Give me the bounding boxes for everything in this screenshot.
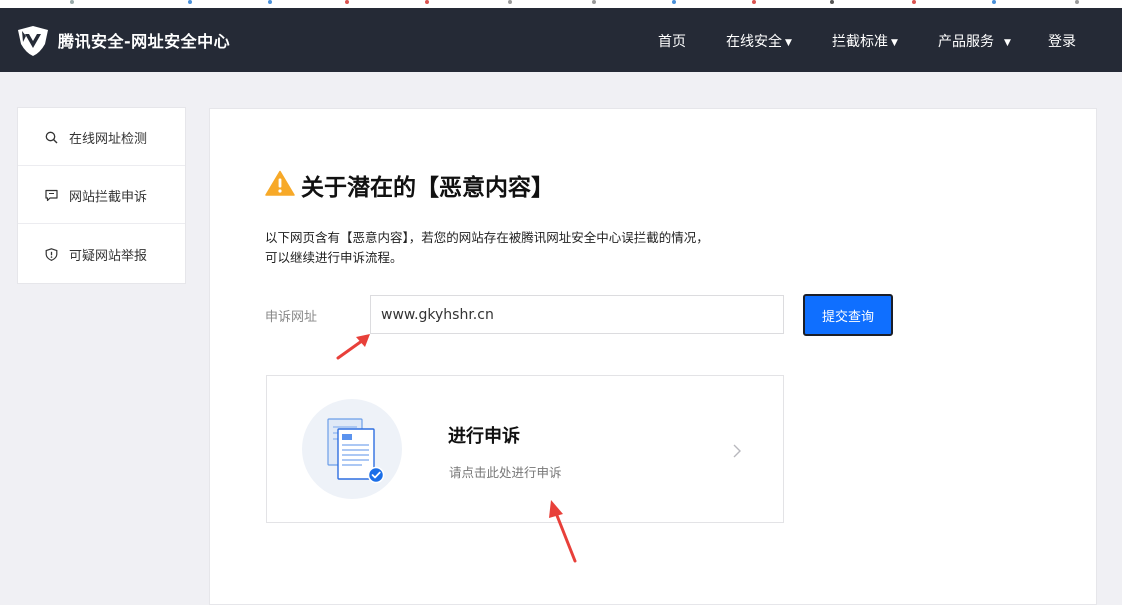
sidebar-item-report[interactable]: 可疑网站举报 (18, 225, 185, 283)
description: 以下网页含有【恶意内容】，若您的网站存在被腾讯网址安全中心误拦截的情况， 可以继… (265, 228, 825, 268)
nav-login-label: 登录 (1048, 34, 1076, 50)
description-line: 可以继续进行申诉流程。 (265, 250, 403, 265)
sidebar-item-url-check[interactable]: 在线网址检测 (18, 108, 185, 166)
sidebar-item-appeal[interactable]: 网站拦截申诉 (18, 166, 185, 224)
nav-block-standards[interactable]: 拦截标准 ▼ (832, 31, 898, 51)
sidebar-item-label: 在线网址检测 (69, 132, 148, 147)
tencent-security-logo-icon[interactable] (16, 24, 50, 58)
description-line: 以下网页含有【恶意内容】，若您的网站存在被腾讯网址安全中心误拦截的情况， (265, 230, 709, 245)
document-check-icon (302, 399, 402, 499)
nav-online-security[interactable]: 在线安全 ▼ (726, 31, 792, 51)
nav-home-label: 首页 (658, 34, 686, 50)
appeal-card-title: 进行申诉 (448, 426, 520, 447)
shield-icon (45, 248, 58, 261)
submit-query-button[interactable]: 提交查询 (803, 294, 893, 336)
appeal-card-subtitle: 请点击此处进行申诉 (449, 465, 562, 480)
message-icon (45, 189, 58, 202)
annotation-arrow-icon (549, 500, 577, 563)
nav-block-standards-label: 拦截标准 (832, 34, 888, 50)
navbar: 腾讯安全-网址安全中心 首页 在线安全 ▼ 拦截标准 ▼ 产品服务 ▼ 登录 (0, 8, 1122, 72)
nav-online-security-label: 在线安全 (726, 34, 782, 50)
caret-down-icon: ▼ (1004, 38, 1011, 48)
sidebar-item-label: 网站拦截申诉 (69, 190, 148, 205)
top-strip (0, 0, 1122, 8)
appeal-card[interactable]: 进行申诉 请点击此处进行申诉 (266, 375, 784, 523)
search-icon (45, 131, 58, 144)
sidebar: 在线网址检测 网站拦截申诉 可疑网站举报 (17, 107, 186, 284)
nav-home[interactable]: 首页 (658, 31, 686, 51)
brand-title[interactable]: 腾讯安全-网址安全中心 (58, 28, 230, 52)
url-field-label: 申诉网址 (265, 310, 318, 325)
nav-login[interactable]: 登录 (1048, 31, 1076, 51)
sidebar-item-label: 可疑网站举报 (69, 249, 148, 264)
caret-down-icon: ▼ (785, 38, 792, 48)
nav-products-label: 产品服务 (938, 34, 994, 50)
chevron-right-icon (733, 444, 741, 458)
nav-products[interactable]: 产品服务 ▼ (938, 31, 1011, 51)
caret-down-icon: ▼ (891, 38, 898, 48)
warning-icon (265, 170, 295, 196)
page-title: 关于潜在的【恶意内容】 (301, 175, 554, 201)
annotation-arrow-icon (336, 334, 370, 360)
appeal-url-input[interactable] (370, 295, 784, 334)
